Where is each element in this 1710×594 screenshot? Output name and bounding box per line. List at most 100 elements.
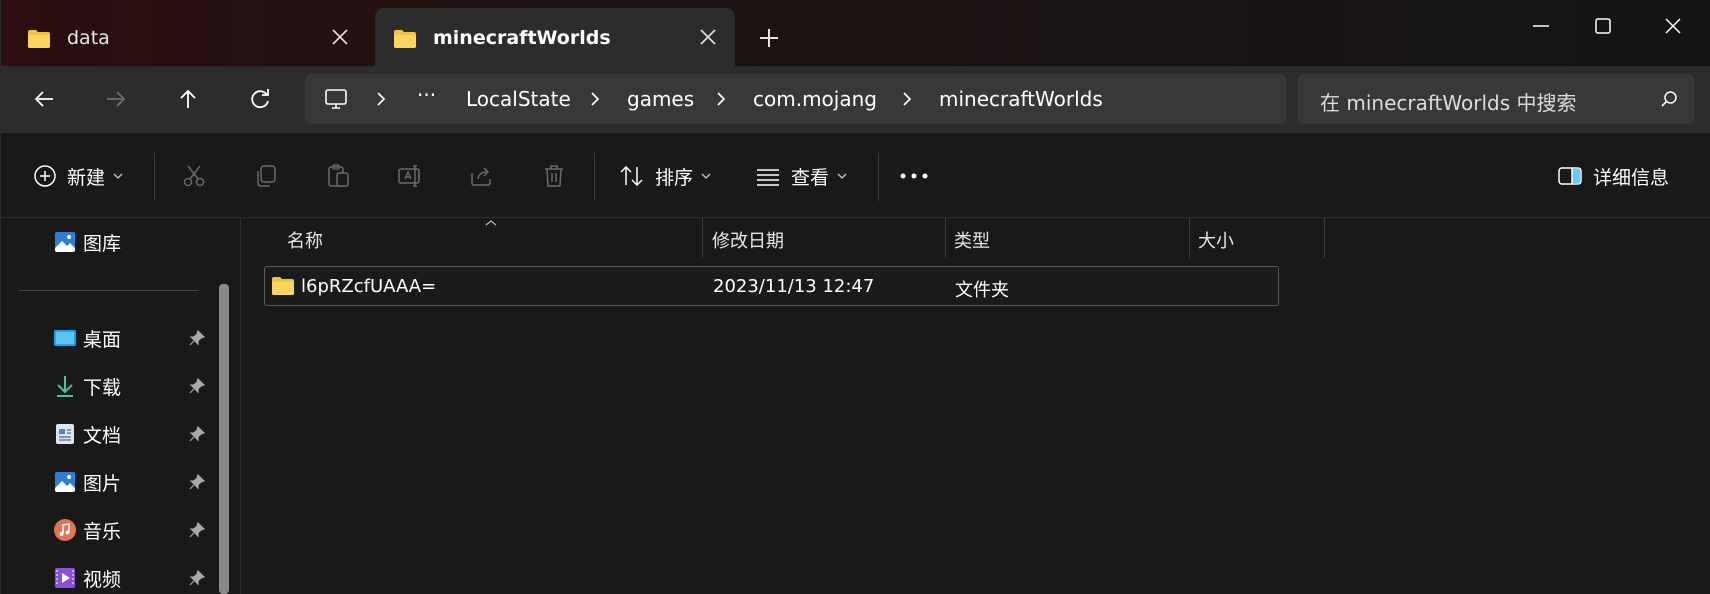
- pictures-icon: [55, 472, 75, 492]
- minimize-icon[interactable]: [1527, 12, 1555, 40]
- chevron-right-icon[interactable]: [373, 90, 389, 108]
- music-icon: [54, 519, 76, 541]
- column-header-label: 类型: [954, 231, 990, 252]
- breadcrumb-overflow[interactable]: ···: [417, 83, 436, 107]
- rename-icon[interactable]: [397, 163, 423, 189]
- file-list: 名称 修改日期 类型 大小 l6pRZcfUAAA= 2023/11/13 12…: [242, 218, 1710, 594]
- view-label: 查看: [791, 166, 830, 189]
- divider: [154, 153, 155, 201]
- file-modified: 2023/11/13 12:47: [713, 276, 875, 297]
- view-list-icon: [757, 169, 779, 186]
- videos-icon: [55, 568, 75, 588]
- search-icon[interactable]: [1660, 90, 1678, 108]
- chevron-down-icon: [837, 173, 847, 179]
- up-arrow-icon[interactable]: [173, 84, 203, 114]
- sidebar-item-label: 下载: [83, 376, 122, 399]
- chevron-right-icon[interactable]: [713, 90, 729, 108]
- title-bar: data minecraftWorlds: [1, 0, 1710, 66]
- column-header-modified[interactable]: 修改日期: [703, 218, 945, 258]
- breadcrumb-item-minecraftworlds[interactable]: minecraftWorlds: [939, 87, 1103, 111]
- column-divider[interactable]: [1324, 218, 1325, 258]
- view-button[interactable]: 查看: [755, 161, 847, 191]
- refresh-icon[interactable]: [245, 84, 275, 114]
- sidebar-item-label: 桌面: [83, 328, 122, 351]
- sort-label: 排序: [655, 166, 694, 189]
- pin-icon[interactable]: [189, 570, 205, 586]
- search-placeholder: 在 minecraftWorlds 中搜索: [1320, 91, 1577, 115]
- sidebar-item-pictures[interactable]: 图片: [53, 468, 121, 496]
- sidebar-scrollbar[interactable]: [219, 284, 229, 594]
- sidebar-item-label: 音乐: [83, 520, 122, 543]
- back-arrow-icon[interactable]: [29, 84, 59, 114]
- close-icon[interactable]: [331, 28, 349, 46]
- file-name: l6pRZcfUAAA=: [301, 276, 437, 297]
- sort-icon: [620, 165, 643, 187]
- column-header-name[interactable]: 名称: [242, 218, 702, 258]
- column-header-type[interactable]: 类型: [946, 218, 1189, 258]
- add-circle-icon: [34, 165, 56, 187]
- sidebar-item-label: 文档: [83, 424, 122, 447]
- new-label: 新建: [67, 166, 106, 189]
- close-window-icon[interactable]: [1659, 12, 1687, 40]
- sidebar-item-label: 图库: [83, 232, 122, 255]
- file-row[interactable]: l6pRZcfUAAA= 2023/11/13 12:47 文件夹: [264, 266, 1279, 306]
- desktop-icon: [54, 330, 76, 346]
- column-header-label: 修改日期: [712, 231, 784, 252]
- sidebar-divider: [19, 290, 199, 291]
- paste-icon[interactable]: [325, 163, 351, 189]
- sidebar-item-videos[interactable]: 视频: [53, 564, 121, 592]
- pin-icon[interactable]: [189, 378, 205, 394]
- details-pane-button[interactable]: 详细信息: [1557, 161, 1669, 191]
- column-header-size[interactable]: 大小: [1190, 218, 1324, 258]
- address-bar[interactable]: ··· LocalState games com.mojang minecraf…: [305, 74, 1286, 124]
- maximize-icon[interactable]: [1589, 12, 1617, 40]
- navigation-bar: ··· LocalState games com.mojang minecraf…: [1, 66, 1710, 132]
- divider: [594, 153, 595, 201]
- chevron-right-icon[interactable]: [899, 90, 915, 108]
- download-icon: [57, 376, 73, 397]
- sidebar-item-music[interactable]: 音乐: [53, 516, 121, 544]
- delete-icon[interactable]: [541, 163, 567, 189]
- chevron-down-icon: [701, 173, 711, 179]
- navigation-pane: 图库 桌面 下载 文档 图片 音乐 视频: [1, 218, 241, 594]
- column-header-label: 名称: [287, 231, 323, 252]
- share-icon[interactable]: [469, 163, 495, 189]
- breadcrumb-item-com-mojang[interactable]: com.mojang: [753, 87, 877, 111]
- details-pane-icon: [1558, 167, 1582, 185]
- new-button[interactable]: 新建: [33, 161, 123, 191]
- cut-icon[interactable]: [181, 163, 207, 189]
- sidebar-item-gallery[interactable]: 图库: [53, 228, 121, 256]
- column-header-label: 大小: [1198, 231, 1234, 252]
- folder-icon: [272, 277, 294, 295]
- tab-label: minecraftWorlds: [433, 27, 611, 49]
- new-tab-icon[interactable]: [757, 26, 781, 50]
- sort-button[interactable]: 排序: [619, 161, 711, 191]
- breadcrumb-item-localstate[interactable]: LocalState: [466, 87, 571, 111]
- folder-icon: [28, 30, 50, 48]
- file-type: 文件夹: [955, 280, 1009, 301]
- copy-icon[interactable]: [253, 163, 279, 189]
- sidebar-item-desktop[interactable]: 桌面: [53, 324, 121, 352]
- gallery-icon: [55, 232, 75, 252]
- tab-data[interactable]: data: [9, 8, 367, 66]
- forward-arrow-icon[interactable]: [101, 84, 131, 114]
- tab-minecraftworlds[interactable]: minecraftWorlds: [375, 8, 735, 66]
- details-label: 详细信息: [1593, 166, 1670, 189]
- pin-icon[interactable]: [189, 330, 205, 346]
- sidebar-item-label: 视频: [83, 568, 122, 591]
- tab-label: data: [67, 27, 110, 49]
- computer-icon[interactable]: [323, 86, 349, 112]
- close-icon[interactable]: [699, 28, 717, 46]
- command-bar: 新建 排序 查看 详细信息: [1, 132, 1710, 218]
- pin-icon[interactable]: [189, 426, 205, 442]
- divider: [878, 153, 879, 201]
- breadcrumb-item-games[interactable]: games: [627, 87, 694, 111]
- search-input[interactable]: 在 minecraftWorlds 中搜索: [1298, 74, 1694, 124]
- chevron-down-icon: [113, 173, 123, 179]
- more-options-icon[interactable]: [899, 171, 929, 181]
- pin-icon[interactable]: [189, 522, 205, 538]
- chevron-right-icon[interactable]: [587, 90, 603, 108]
- pin-icon[interactable]: [189, 474, 205, 490]
- sidebar-item-downloads[interactable]: 下载: [53, 372, 121, 400]
- sidebar-item-documents[interactable]: 文档: [53, 420, 121, 448]
